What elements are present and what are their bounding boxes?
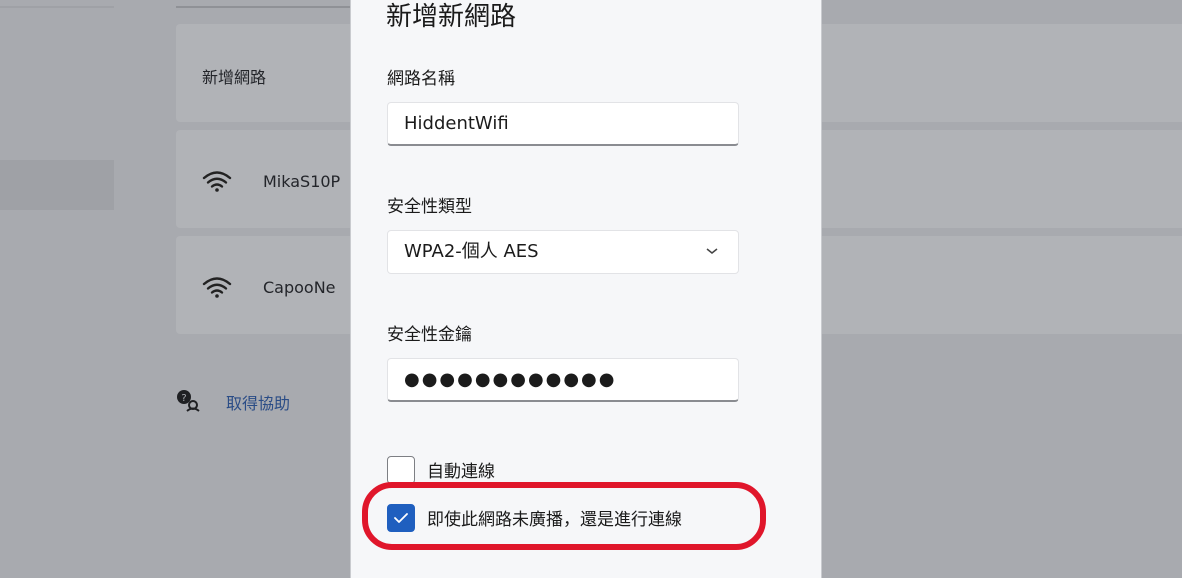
network-name: MikaS10P [263,172,341,191]
dialog-title: 新增新網路 [386,2,517,32]
sidebar-divider [0,0,114,8]
chevron-down-icon [706,248,718,254]
help-person-icon: ? [177,390,200,412]
auto-connect-checkbox[interactable] [387,456,415,484]
security-type-label: 安全性類型 [387,197,472,217]
highlight-annotation [362,482,766,550]
network-name-value: HiddentWifi [404,113,509,134]
security-type-select[interactable]: WPA2-個人 AES [387,230,739,274]
wifi-icon [202,171,232,192]
add-network-card-right [820,24,1182,122]
auto-connect-label: 自動連線 [427,462,495,482]
get-help-link[interactable]: 取得協助 [226,390,290,414]
network-list-item[interactable]: MikaS10P [176,130,352,228]
add-network-card[interactable]: 新增網路 [176,24,352,122]
security-type-value: WPA2-個人 AES [404,241,539,262]
add-network-label: 新增網路 [202,68,267,87]
network-list-item[interactable]: CapooNe [176,236,352,334]
security-key-value: ●●●●●●●●●●●● [404,369,617,390]
network-name-input[interactable]: HiddentWifi [387,102,739,146]
security-key-label: 安全性金鑰 [387,325,472,345]
svg-text:?: ? [181,393,186,404]
wifi-icon [202,277,232,298]
network-name-label: 網路名稱 [387,69,455,89]
top-divider [176,0,352,8]
network-list-item-right [820,130,1182,228]
network-list-item-right [820,236,1182,334]
sidebar-selected-item[interactable] [0,160,114,210]
network-name: CapooNe [263,278,336,297]
security-key-input[interactable]: ●●●●●●●●●●●● [387,358,739,402]
